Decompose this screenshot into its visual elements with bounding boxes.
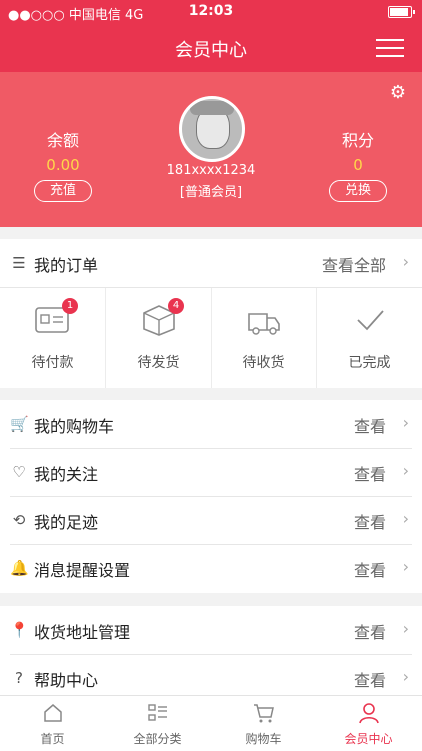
view-link[interactable]: 查看 <box>354 667 386 691</box>
bell-icon: 🔔 <box>10 559 29 577</box>
chevron-right-icon: › <box>402 461 409 480</box>
menu-row-label: 我的购物车 <box>34 417 115 436</box>
clock: 12:03 <box>188 3 234 19</box>
tab-categories[interactable]: 全部分类 <box>105 696 210 751</box>
exchange-button[interactable]: 兑换 <box>329 180 387 202</box>
orders-header[interactable]: ☰ 我的订单 查看全部 › <box>0 239 422 287</box>
tab-label: 购物车 <box>245 732 282 746</box>
category-icon <box>147 702 169 724</box>
menu-row-address[interactable]: 📍 收货地址管理 查看 › <box>0 606 422 654</box>
orders-title: 我的订单 <box>34 256 99 275</box>
cart-icon: 🛒 <box>10 415 29 433</box>
avatar[interactable] <box>179 96 245 162</box>
menu-row-footprints[interactable]: ⟲ 我的足迹 查看 › <box>0 496 422 544</box>
points-value: 0 <box>353 156 363 174</box>
truck-icon <box>245 304 283 336</box>
package-box-icon: 4 <box>140 298 184 336</box>
order-status-pending-receipt[interactable]: 待收货 <box>211 288 317 388</box>
tab-label: 首页 <box>40 732 65 746</box>
help-icon: ? <box>15 669 23 687</box>
list-icon: ☰ <box>12 254 26 272</box>
menu-row-label: 帮助中心 <box>34 671 99 690</box>
menu-row-cart[interactable]: 🛒 我的购物车 查看 › <box>0 400 422 448</box>
tab-home[interactable]: 首页 <box>0 696 105 751</box>
points-block: 积分 0 兑换 <box>313 127 403 202</box>
menu-row-favorites[interactable]: ♡ 我的关注 查看 › <box>0 448 422 496</box>
view-all-orders-link[interactable]: 查看全部 <box>322 252 386 276</box>
menu-row-label: 我的关注 <box>34 465 99 484</box>
view-link[interactable]: 查看 <box>354 413 386 437</box>
badge-count: 4 <box>168 298 184 314</box>
order-status-label: 待收货 <box>242 355 285 371</box>
location-icon: 📍 <box>10 621 29 639</box>
profile-header: ⚙ 余额 0.00 充值 181xxxx1234 [普通会员] 积分 0 兑换 <box>0 72 422 227</box>
menu-row-label: 我的足迹 <box>34 513 99 532</box>
menu-group-2: 📍 收货地址管理 查看 › ? 帮助中心 查看 › <box>0 606 422 695</box>
chevron-right-icon: › <box>402 667 409 686</box>
heart-icon: ♡ <box>12 463 26 481</box>
chevron-right-icon: › <box>402 413 409 432</box>
chevron-right-icon: › <box>402 557 409 576</box>
footprint-icon: ⟲ <box>12 511 26 529</box>
tab-label: 会员中心 <box>344 732 393 746</box>
tab-member-center[interactable]: 会员中心 <box>316 696 421 751</box>
menu-icon[interactable] <box>376 37 404 59</box>
home-icon <box>42 702 64 724</box>
order-status-pending-payment[interactable]: 1 待付款 <box>0 288 106 388</box>
order-status-label: 已完成 <box>348 355 391 371</box>
tab-cart[interactable]: 购物车 <box>211 696 316 751</box>
view-link[interactable]: 查看 <box>354 509 386 533</box>
cart-icon <box>253 702 275 724</box>
view-link[interactable]: 查看 <box>354 461 386 485</box>
bottom-tab-bar: 首页 全部分类 购物车 会员中心 <box>0 695 422 751</box>
page-title: 会员中心 <box>175 40 247 61</box>
tab-label: 全部分类 <box>133 732 182 746</box>
balance-label: 余额 <box>46 131 79 150</box>
order-status-grid: 1 待付款 4 待发货 待收货 已完成 <box>0 287 422 388</box>
menu-row-label: 收货地址管理 <box>34 623 131 642</box>
check-icon <box>351 304 389 336</box>
wallet-card-icon: 1 <box>34 298 78 336</box>
menu-group-1: 🛒 我的购物车 查看 › ♡ 我的关注 查看 › ⟲ 我的足迹 查看 › 🔔 消… <box>0 400 422 593</box>
order-status-label: 待发货 <box>137 355 180 371</box>
chevron-right-icon: › <box>402 252 409 271</box>
battery-icon <box>388 6 415 18</box>
user-icon <box>358 702 380 724</box>
menu-row-label: 消息提醒设置 <box>34 561 131 580</box>
chevron-right-icon: › <box>402 619 409 638</box>
gear-icon[interactable]: ⚙ <box>390 82 406 103</box>
order-status-label: 待付款 <box>31 355 74 371</box>
view-link[interactable]: 查看 <box>354 557 386 581</box>
badge-count: 1 <box>62 298 78 314</box>
chevron-right-icon: › <box>402 509 409 528</box>
order-status-pending-shipment[interactable]: 4 待发货 <box>106 288 212 388</box>
order-status-completed[interactable]: 已完成 <box>317 288 422 388</box>
status-bar: ●●○○○ 中国电信 4G 12:03 <box>0 0 422 24</box>
menu-row-notifications[interactable]: 🔔 消息提醒设置 查看 › <box>0 544 422 592</box>
points-label: 积分 <box>341 131 374 150</box>
top-nav-bar: 会员中心 <box>0 24 422 72</box>
view-link[interactable]: 查看 <box>354 619 386 643</box>
